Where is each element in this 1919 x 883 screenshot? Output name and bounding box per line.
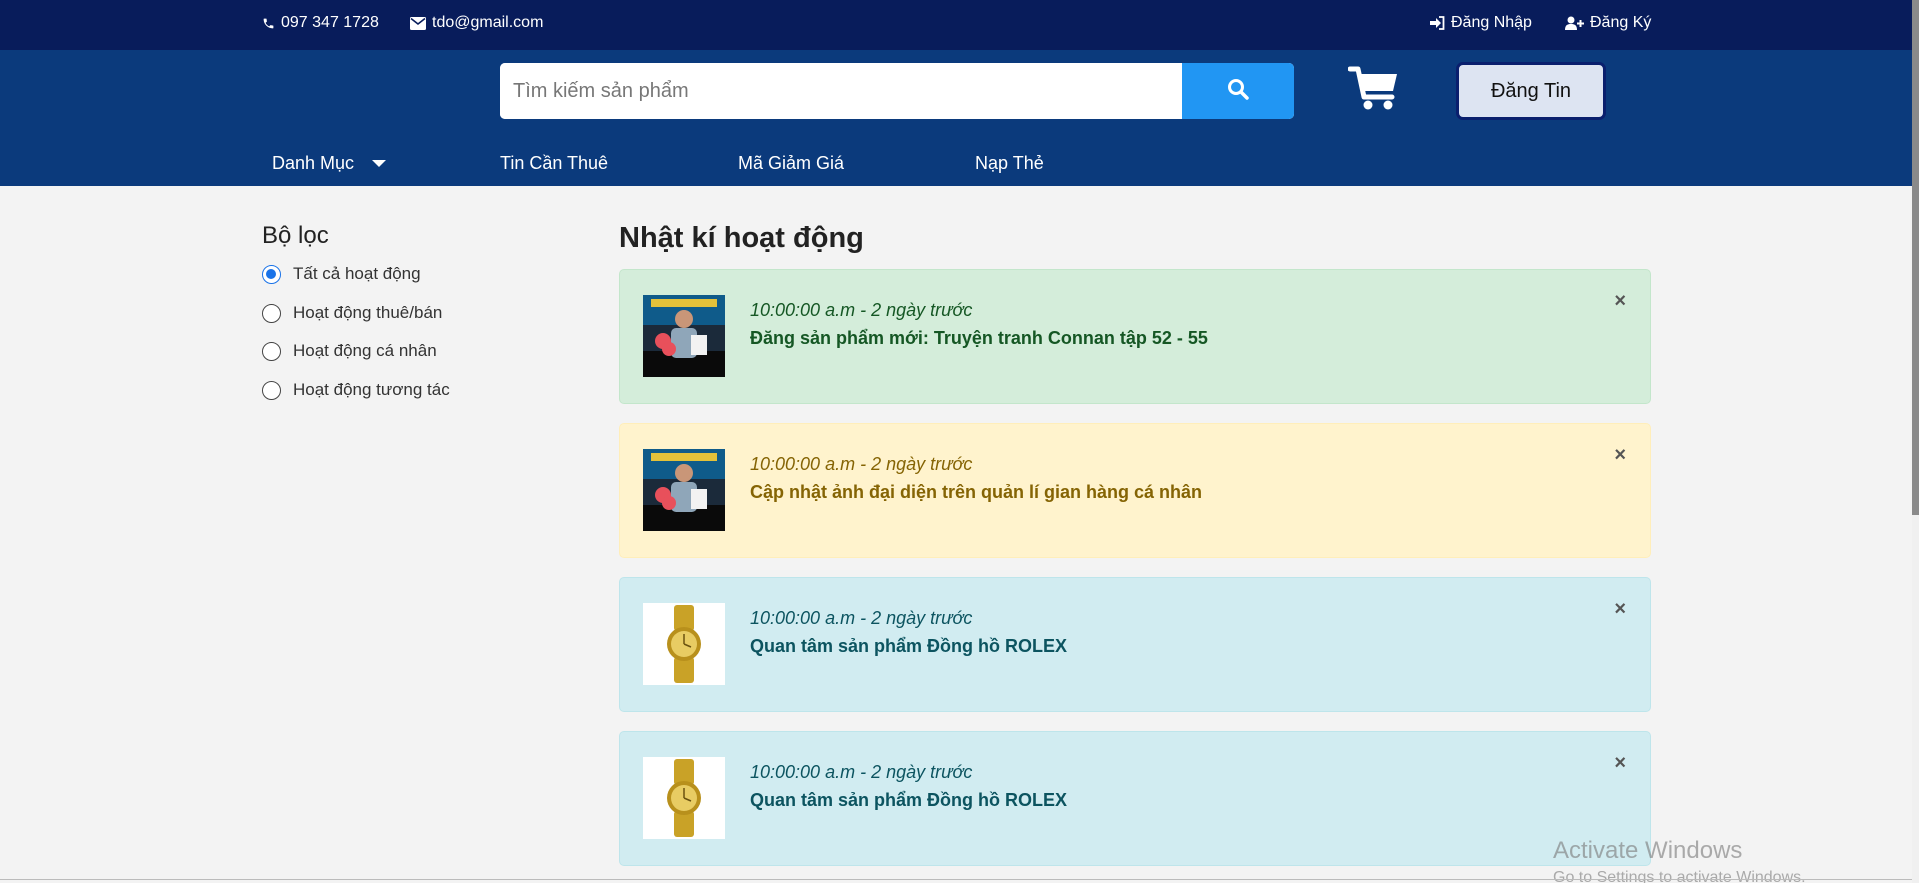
activity-card: 10:00:00 a.m - 2 ngày trước Quan tâm sản… (619, 731, 1651, 866)
activity-message: Quan tâm sản phẩm Đồng hồ ROLEX (750, 636, 1068, 656)
activity-message: Cập nhật ảnh đại diện trên quản lí gian … (750, 482, 1203, 502)
nav-discount[interactable]: Mã Giảm Giá (738, 153, 844, 174)
filter-option-all[interactable]: Tất cả hoạt động (262, 264, 421, 284)
filter-option-rent-sell[interactable]: Hoạt động thuê/bán (262, 303, 442, 323)
phone-icon (262, 17, 275, 30)
filter-option-personal[interactable]: Hoạt động cá nhân (262, 341, 437, 361)
radio-button[interactable] (262, 380, 281, 400)
nav-topup[interactable]: Nạp Thẻ (975, 153, 1044, 174)
page-scrollbar[interactable] (1912, 0, 1919, 883)
nav-rent-posts[interactable]: Tin Cần Thuê (500, 153, 608, 174)
activity-time: 10:00:00 a.m - 2 ngày trước (750, 454, 973, 474)
activate-windows-watermark: Activate Windows (1553, 837, 1743, 864)
page: 097 347 1728 tdo@gmail.com Đăng Nhập Đăn… (0, 0, 1919, 883)
post-listing-button[interactable]: Đăng Tin (1456, 62, 1606, 120)
person-photo (643, 449, 725, 531)
filter-title: Bộ lọc (262, 222, 329, 249)
activity-time: 10:00:00 a.m - 2 ngày trước (750, 762, 973, 782)
activity-card: 10:00:00 a.m - 2 ngày trước Đăng sản phẩ… (619, 269, 1651, 404)
caret-down-icon (372, 160, 387, 167)
filter-option-interaction[interactable]: Hoạt động tương tác (262, 380, 450, 400)
user-plus-icon (1565, 16, 1584, 30)
activity-card: 10:00:00 a.m - 2 ngày trước Quan tâm sản… (619, 577, 1651, 712)
search-button[interactable] (1182, 63, 1294, 119)
email-contact[interactable]: tdo@gmail.com (410, 14, 543, 32)
envelope-icon (410, 16, 426, 30)
close-icon[interactable]: × (1614, 444, 1626, 467)
filter-option-label: Hoạt động thuê/bán (293, 303, 443, 322)
register-link[interactable]: Đăng Ký (1565, 14, 1651, 32)
person-photo (643, 295, 725, 377)
login-link[interactable]: Đăng Nhập (1430, 14, 1532, 32)
watch-photo (643, 757, 725, 839)
scrollbar-thumb[interactable] (1912, 0, 1919, 515)
close-icon[interactable]: × (1614, 752, 1626, 775)
watch-photo (643, 603, 725, 685)
nav-categories[interactable]: Danh Mục (272, 153, 387, 174)
search-icon (1227, 78, 1249, 105)
close-icon[interactable]: × (1614, 598, 1626, 621)
login-label: Đăng Nhập (1451, 14, 1532, 31)
sign-in-icon (1430, 16, 1445, 30)
header: Đăng Tin Danh Mục Tin Cần Thuê Mã Giảm G… (0, 50, 1919, 186)
page-title: Nhật kí hoạt động (619, 222, 864, 254)
radio-button[interactable] (262, 341, 281, 361)
filter-option-label: Tất cả hoạt động (293, 264, 421, 283)
radio-button[interactable] (262, 303, 281, 323)
activity-time: 10:00:00 a.m - 2 ngày trước (750, 300, 973, 320)
top-bar: 097 347 1728 tdo@gmail.com Đăng Nhập Đăn… (0, 0, 1919, 50)
close-icon[interactable]: × (1614, 290, 1626, 313)
cart-icon[interactable] (1347, 65, 1400, 116)
phone-contact[interactable]: 097 347 1728 (262, 14, 379, 32)
nav-categories-label: Danh Mục (272, 153, 355, 173)
activate-windows-hint: Go to Settings to activate Windows. (1553, 869, 1806, 883)
activity-message: Quan tâm sản phẩm Đồng hồ ROLEX (750, 790, 1068, 810)
bottom-divider (0, 879, 1912, 880)
search-input[interactable] (500, 63, 1182, 119)
register-label: Đăng Ký (1590, 14, 1652, 31)
main-nav: Danh Mục Tin Cần Thuê Mã Giảm Giá Nạp Th… (0, 150, 1919, 186)
filter-option-label: Hoạt động cá nhân (293, 341, 437, 360)
activity-card: 10:00:00 a.m - 2 ngày trước Cập nhật ảnh… (619, 423, 1651, 558)
radio-button[interactable] (262, 264, 281, 284)
email-address: tdo@gmail.com (432, 14, 544, 31)
activity-message: Đăng sản phẩm mới: Truyện tranh Connan t… (750, 328, 1208, 348)
phone-number: 097 347 1728 (281, 14, 379, 31)
filter-option-label: Hoạt động tương tác (293, 380, 450, 399)
activity-time: 10:00:00 a.m - 2 ngày trước (750, 608, 973, 628)
search-bar (500, 63, 1294, 119)
